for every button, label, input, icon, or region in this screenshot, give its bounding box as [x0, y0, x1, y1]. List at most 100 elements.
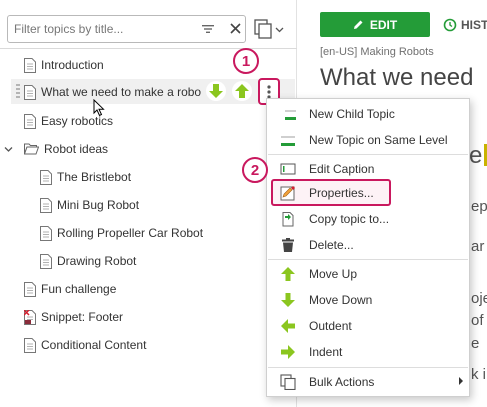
context-menu: New Child Topic New Topic on Same Level …	[266, 98, 470, 397]
history-button[interactable]: HIST	[443, 12, 487, 37]
folder-open-icon	[24, 143, 39, 155]
copy-pages-icon	[280, 374, 296, 390]
content-text-fragment: oje	[471, 290, 487, 307]
menu-item-indent[interactable]: Indent	[268, 340, 468, 364]
arrow-up-icon	[281, 267, 295, 281]
arrow-up-icon	[235, 84, 249, 98]
document-icon	[40, 169, 52, 185]
page-title: What we need	[320, 64, 474, 91]
tree-item-label: Snippet: Footer	[41, 310, 124, 324]
document-icon	[24, 84, 36, 100]
chevron-right-icon	[459, 377, 463, 385]
menu-item-label: New Child Topic	[309, 107, 395, 121]
document-icon	[40, 225, 52, 241]
close-icon[interactable]	[229, 22, 242, 35]
step-callout-1: 1	[233, 48, 259, 74]
tree-item-what-we-need[interactable]: What we need to make a robo	[24, 82, 201, 102]
properties-icon	[280, 186, 295, 201]
arrow-down-icon	[209, 84, 223, 98]
edit-button-label: EDIT	[369, 17, 398, 32]
tree-item-robot-ideas[interactable]: Robot ideas	[24, 139, 108, 159]
tree-item-snippet-footer[interactable]: Snippet: Footer	[24, 307, 123, 327]
caption-icon	[280, 163, 296, 175]
content-text-fragment: ep	[471, 198, 487, 215]
tree-item-conditional-content[interactable]: Conditional Content	[24, 335, 146, 355]
new-child-topic-icon	[285, 110, 296, 120]
document-icon	[40, 253, 52, 269]
document-icon	[24, 57, 36, 73]
menu-item-edit-caption[interactable]: Edit Caption	[268, 157, 468, 181]
content-text-fragment: e	[469, 142, 483, 169]
menu-item-properties[interactable]: Properties...	[268, 181, 468, 205]
menu-divider	[268, 367, 468, 368]
content-text-fragment: ar	[471, 238, 485, 255]
menu-item-label: Properties...	[309, 186, 374, 200]
more-vertical-icon	[267, 85, 271, 99]
history-icon	[443, 18, 457, 31]
copy-pages-icon[interactable]	[252, 16, 286, 42]
arrow-left-icon	[281, 319, 295, 333]
content-text-fragment: k i	[471, 366, 486, 383]
document-icon	[24, 281, 36, 297]
tree-item-label: Rolling Propeller Car Robot	[57, 226, 204, 240]
filter-icon[interactable]	[201, 22, 215, 36]
chevron-down-icon[interactable]	[4, 145, 13, 154]
menu-item-outdent[interactable]: Outdent	[268, 314, 468, 338]
menu-item-label: Bulk Actions	[309, 375, 375, 389]
menu-item-new-child-topic[interactable]: New Child Topic	[268, 102, 468, 126]
filter-topics-input[interactable]	[14, 20, 194, 38]
document-icon	[40, 197, 52, 213]
drag-handle-icon[interactable]	[16, 83, 20, 99]
menu-item-label: Delete...	[309, 238, 354, 252]
tree-item-rolling-propeller[interactable]: Rolling Propeller Car Robot	[40, 223, 203, 243]
tree-item-label: Easy robotics	[41, 114, 114, 128]
tree-item-easy-robotics[interactable]: Easy robotics	[24, 111, 113, 131]
pencil-icon	[353, 20, 363, 29]
move-down-button[interactable]	[206, 81, 226, 101]
arrow-right-icon	[281, 345, 295, 359]
content-text-fragment: of t	[471, 312, 487, 329]
tree-item-mini-bug-robot[interactable]: Mini Bug Robot	[40, 195, 139, 215]
tree-item-label: Introduction	[41, 58, 104, 72]
menu-item-bulk-actions[interactable]: Bulk Actions	[268, 370, 468, 394]
document-icon	[24, 113, 36, 129]
tree-item-label: Mini Bug Robot	[57, 198, 140, 212]
tree-item-label: Robot ideas	[44, 142, 109, 156]
menu-item-new-topic-same-level[interactable]: New Topic on Same Level	[268, 128, 468, 152]
tree-item-fun-challenge[interactable]: Fun challenge	[24, 279, 116, 299]
tree-item-label: What we need to make a robo	[41, 85, 202, 99]
tree-item-label: Fun challenge	[41, 282, 117, 296]
arrow-down-icon	[281, 293, 295, 307]
step-callout-2: 2	[242, 157, 268, 183]
menu-divider	[268, 259, 468, 260]
menu-item-copy-topic[interactable]: Copy topic to...	[268, 207, 468, 231]
history-button-label: HIST	[461, 17, 487, 32]
tree-item-bristlebot[interactable]: The Bristlebot	[40, 167, 131, 187]
copy-topic-icon	[282, 212, 294, 227]
menu-item-label: Outdent	[309, 319, 352, 333]
tree-item-label: The Bristlebot	[57, 170, 132, 184]
menu-item-move-up[interactable]: Move Up	[268, 262, 468, 286]
filter-box	[7, 15, 246, 43]
document-icon	[24, 337, 36, 353]
menu-item-label: Indent	[309, 345, 343, 359]
tree-item-label: Drawing Robot	[57, 254, 137, 268]
move-up-button[interactable]	[232, 81, 252, 101]
menu-item-label: Edit Caption	[309, 162, 375, 176]
menu-item-label: Move Up	[309, 267, 358, 281]
menu-item-label: New Topic on Same Level	[309, 133, 448, 147]
menu-item-move-down[interactable]: Move Down	[268, 288, 468, 312]
menu-divider	[268, 154, 468, 155]
tree-item-label: Conditional Content	[41, 338, 147, 352]
new-sibling-topic-icon	[281, 136, 295, 146]
content-text-fragment: e	[471, 335, 480, 352]
tree-item-introduction[interactable]: Introduction	[24, 55, 104, 75]
trash-icon	[282, 238, 294, 252]
menu-item-delete[interactable]: Delete...	[268, 233, 468, 257]
menu-item-label: Copy topic to...	[309, 212, 390, 226]
breadcrumb: [en-US] Making Robots	[320, 46, 434, 58]
menu-item-label: Move Down	[309, 293, 373, 307]
tree-item-drawing-robot[interactable]: Drawing Robot	[40, 251, 136, 271]
edit-button[interactable]: EDIT	[320, 12, 430, 37]
snippet-icon	[24, 309, 36, 325]
